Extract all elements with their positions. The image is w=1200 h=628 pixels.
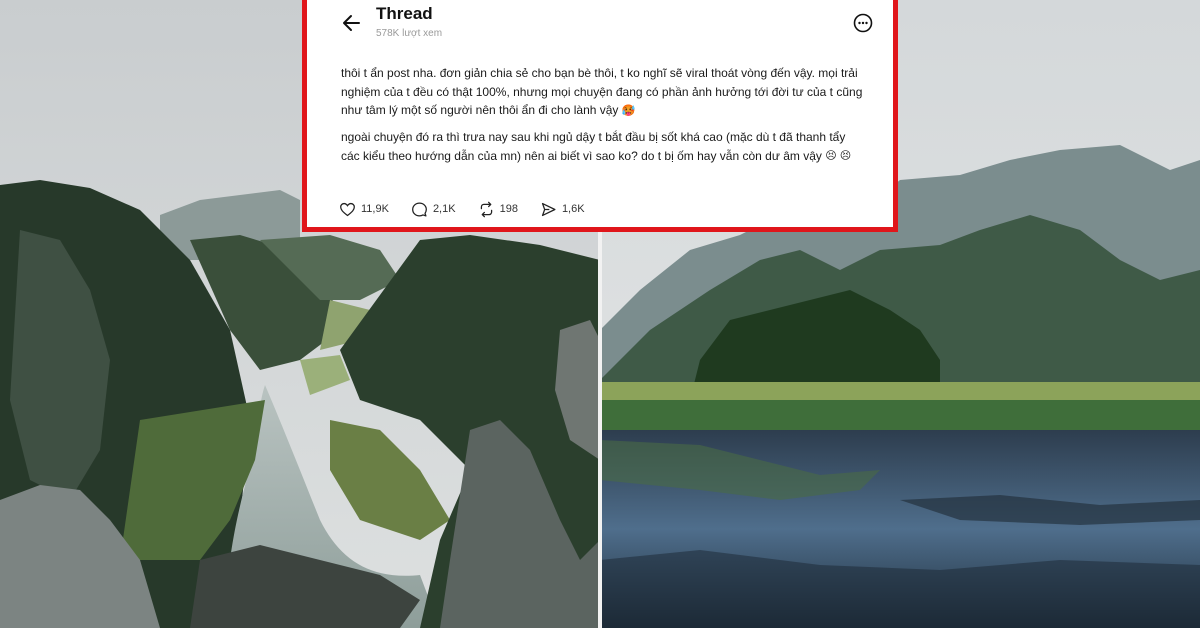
- comment-icon: [412, 201, 427, 217]
- repost-count: 198: [499, 203, 518, 215]
- comment-count: 2,1K: [432, 203, 456, 215]
- post-paragraph-1: thôi t ẩn post nha. đơn giản chia sẻ cho…: [341, 64, 863, 120]
- view-count: 578K lượt xem: [376, 28, 443, 39]
- share-button[interactable]: 1,6K: [540, 201, 585, 218]
- like-count: 11,9K: [361, 203, 389, 215]
- page-title: Thread: [376, 4, 433, 23]
- paragraph-2-text: ngoài chuyện đó ra thì trưa nay sau khi …: [341, 130, 846, 163]
- paragraph-2-emoji: 😣 😣: [825, 150, 852, 163]
- repost-button[interactable]: 198: [478, 201, 518, 218]
- more-options-icon[interactable]: [849, 9, 877, 37]
- thread-header: Thread 578K lượt xem: [307, 0, 893, 48]
- thread-screenshot-frame: Thread 578K lượt xem thôi t ẩn post nha.…: [302, 0, 898, 232]
- repost-icon: [480, 201, 492, 217]
- back-arrow-icon[interactable]: [337, 8, 367, 38]
- action-bar: 11,9K 2,1K 198 1,6K: [339, 199, 607, 219]
- heart-icon: [340, 202, 355, 216]
- share-count: 1,6K: [561, 203, 585, 215]
- comment-button[interactable]: 2,1K: [411, 201, 456, 218]
- like-button[interactable]: 11,9K: [339, 201, 389, 218]
- post-body: thôi t ẩn post nha. đơn giản chia sẻ cho…: [341, 64, 863, 174]
- thread-card: Thread 578K lượt xem thôi t ẩn post nha.…: [307, 0, 893, 227]
- share-icon: [541, 202, 556, 216]
- paragraph-1-text: thôi t ẩn post nha. đơn giản chia sẻ cho…: [341, 66, 863, 117]
- post-paragraph-2: ngoài chuyện đó ra thì trưa nay sau khi …: [341, 128, 863, 166]
- paragraph-1-emoji: 🥵: [621, 104, 636, 117]
